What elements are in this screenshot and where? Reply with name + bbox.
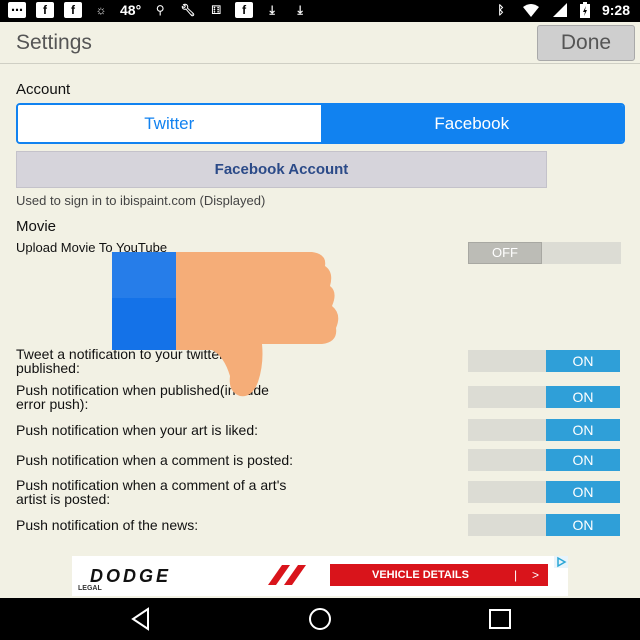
message-icon: ⋯ <box>8 2 26 18</box>
wifi-icon <box>522 4 539 17</box>
settings-header: Settings Done <box>0 22 640 64</box>
liked-notification-toggle[interactable]: ON <box>468 419 620 441</box>
toggle-on-knob: ON <box>546 481 620 503</box>
movie-section-label: Movie <box>16 218 57 235</box>
ad-brand: DODGE <box>90 566 172 586</box>
notification-label: Push notification when your art is liked… <box>16 422 259 438</box>
toggle-on-knob: ON <box>546 386 620 408</box>
toggle-off-knob: OFF <box>468 242 542 264</box>
status-bar-system: ᛒ 9:28 <box>492 2 630 18</box>
adchoices-icon[interactable] <box>554 556 568 568</box>
toggle-on-knob: ON <box>546 449 620 471</box>
news-notification-toggle[interactable]: ON <box>468 514 620 536</box>
notification-label: Push notification when a comment of a ar… <box>16 477 287 507</box>
facebook-account-button[interactable]: Facebook Account <box>16 151 547 188</box>
done-button[interactable]: Done <box>537 25 635 61</box>
facebook-icon: f <box>64 2 82 18</box>
tweet-notification-toggle[interactable]: ON <box>468 350 620 372</box>
account-hint: Used to sign in to ibispaint.com (Displa… <box>16 193 266 208</box>
weather-icon: ☼ <box>95 3 107 17</box>
home-icon[interactable] <box>307 606 333 632</box>
page-title: Settings <box>16 31 92 54</box>
upload-movie-toggle[interactable]: OFF <box>468 242 621 264</box>
facebook-icon: f <box>235 2 254 18</box>
comment-notification-toggle[interactable]: ON <box>468 449 620 471</box>
facebook-icon: f <box>36 2 54 18</box>
thumbs-down-hand <box>176 252 339 397</box>
dice-icon: ⚅ <box>210 3 222 17</box>
biker-icon: ⚲ <box>155 3 165 17</box>
notification-label: Push notification of the news: <box>16 517 199 533</box>
download-icon: ⤓ <box>297 3 303 17</box>
tab-twitter[interactable]: Twitter <box>18 105 321 142</box>
signal-icon <box>552 3 567 17</box>
battery-icon <box>579 2 590 18</box>
account-section-label: Account <box>16 81 71 98</box>
wrench-icon: 🔧︎ <box>180 3 196 17</box>
notification-label: Push notification when a comment is post… <box>16 452 294 468</box>
thumbs-down-icon <box>112 252 339 397</box>
toggle-on-knob: ON <box>546 419 620 441</box>
download-icon: ⤓ <box>269 3 275 17</box>
recents-icon[interactable] <box>487 606 513 632</box>
back-icon[interactable] <box>128 606 154 632</box>
account-segmented-control: Twitter Facebook <box>16 103 625 144</box>
toggle-on-knob: ON <box>546 350 620 372</box>
artist-comment-notification-toggle[interactable]: ON <box>468 481 620 503</box>
ad-cta-separator: | <box>514 568 518 582</box>
published-notification-toggle[interactable]: ON <box>468 386 620 408</box>
ad-cta-label: VEHICLE DETAILS <box>372 569 469 581</box>
tab-facebook[interactable]: Facebook <box>320 105 623 142</box>
ad-banner[interactable]: DODGE VEHICLE DETAILS | > LEGAL <box>72 556 568 596</box>
ad-legal-text: LEGAL <box>78 585 102 592</box>
ad-cta-arrow: > <box>532 568 540 582</box>
clock: 9:28 <box>601 2 630 18</box>
navigation-bar <box>0 598 640 640</box>
status-bar: ⋯ f f ☼ 48° ⚲ 🔧︎ ⚅ f ⤓ ⤓ ᛒ 9:28 <box>0 0 640 22</box>
dodge-stripes-icon <box>268 565 306 585</box>
bluetooth-icon: ᛒ <box>497 3 505 17</box>
status-bar-notifications: ⋯ f f ☼ 48° ⚲ 🔧︎ ⚅ f ⤓ ⤓ <box>8 2 309 18</box>
temperature-text: 48° <box>120 2 142 18</box>
toggle-on-knob: ON <box>546 514 620 536</box>
